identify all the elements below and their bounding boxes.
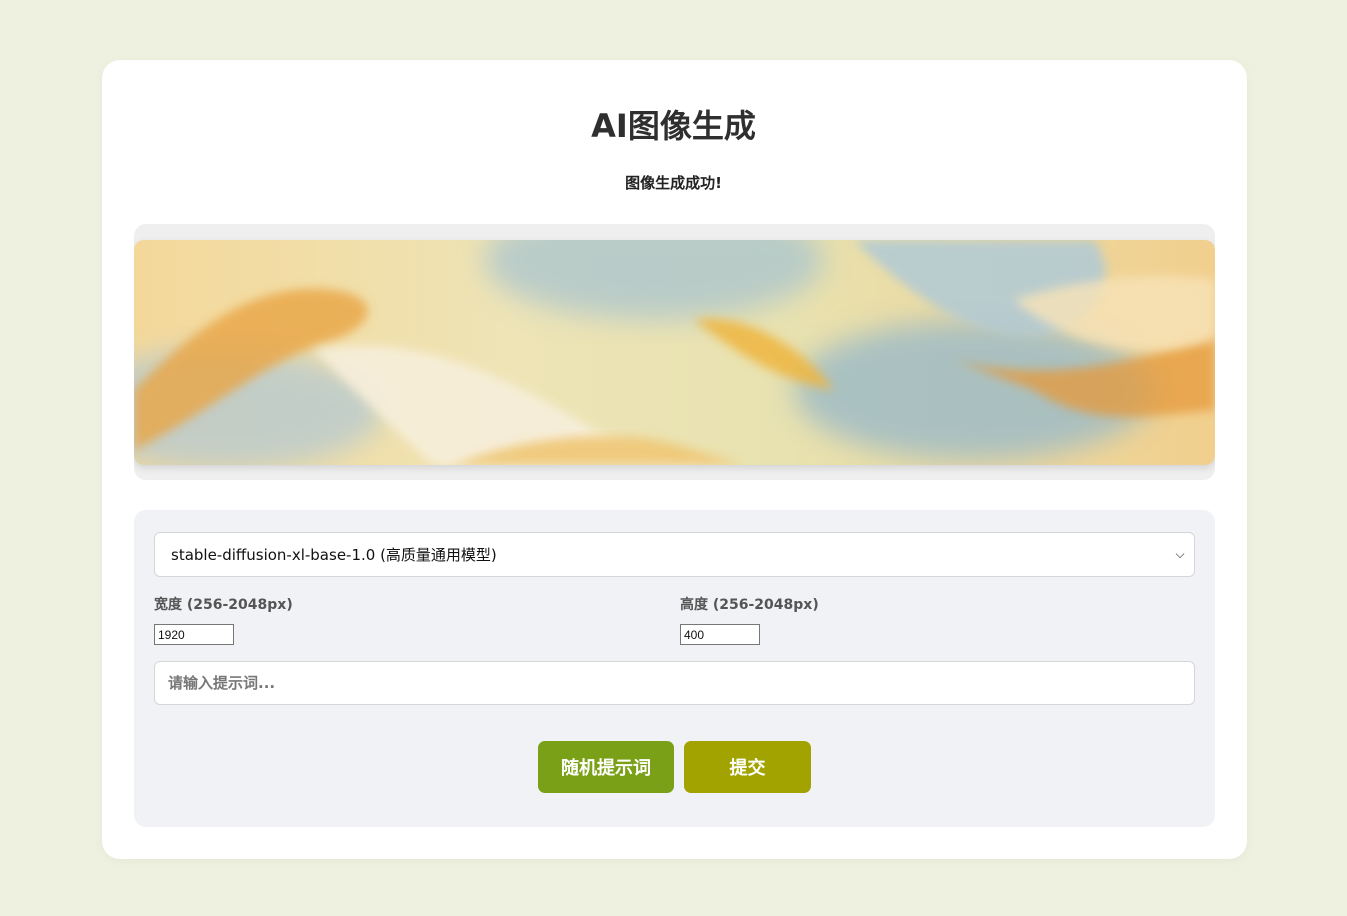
model-select-value: stable-diffusion-xl-base-1.0 (高质量通用模型) [171,546,497,564]
generated-image [134,240,1215,465]
width-input[interactable] [154,624,234,645]
height-label: 高度 (256-2048px) [680,597,819,613]
chevron-down-icon: ⌵ [1175,547,1185,561]
status-message: 图像生成成功! [625,174,722,192]
width-label: 宽度 (256-2048px) [154,597,293,613]
prompt-input[interactable] [154,661,1195,705]
page-title: AI图像生成 [591,107,756,145]
submit-button[interactable]: 提交 [684,741,811,793]
random-prompt-button[interactable]: 随机提示词 [538,741,674,793]
image-container [134,224,1215,480]
model-select[interactable]: stable-diffusion-xl-base-1.0 (高质量通用模型) ⌵ [154,532,1195,577]
height-input[interactable] [680,624,760,645]
